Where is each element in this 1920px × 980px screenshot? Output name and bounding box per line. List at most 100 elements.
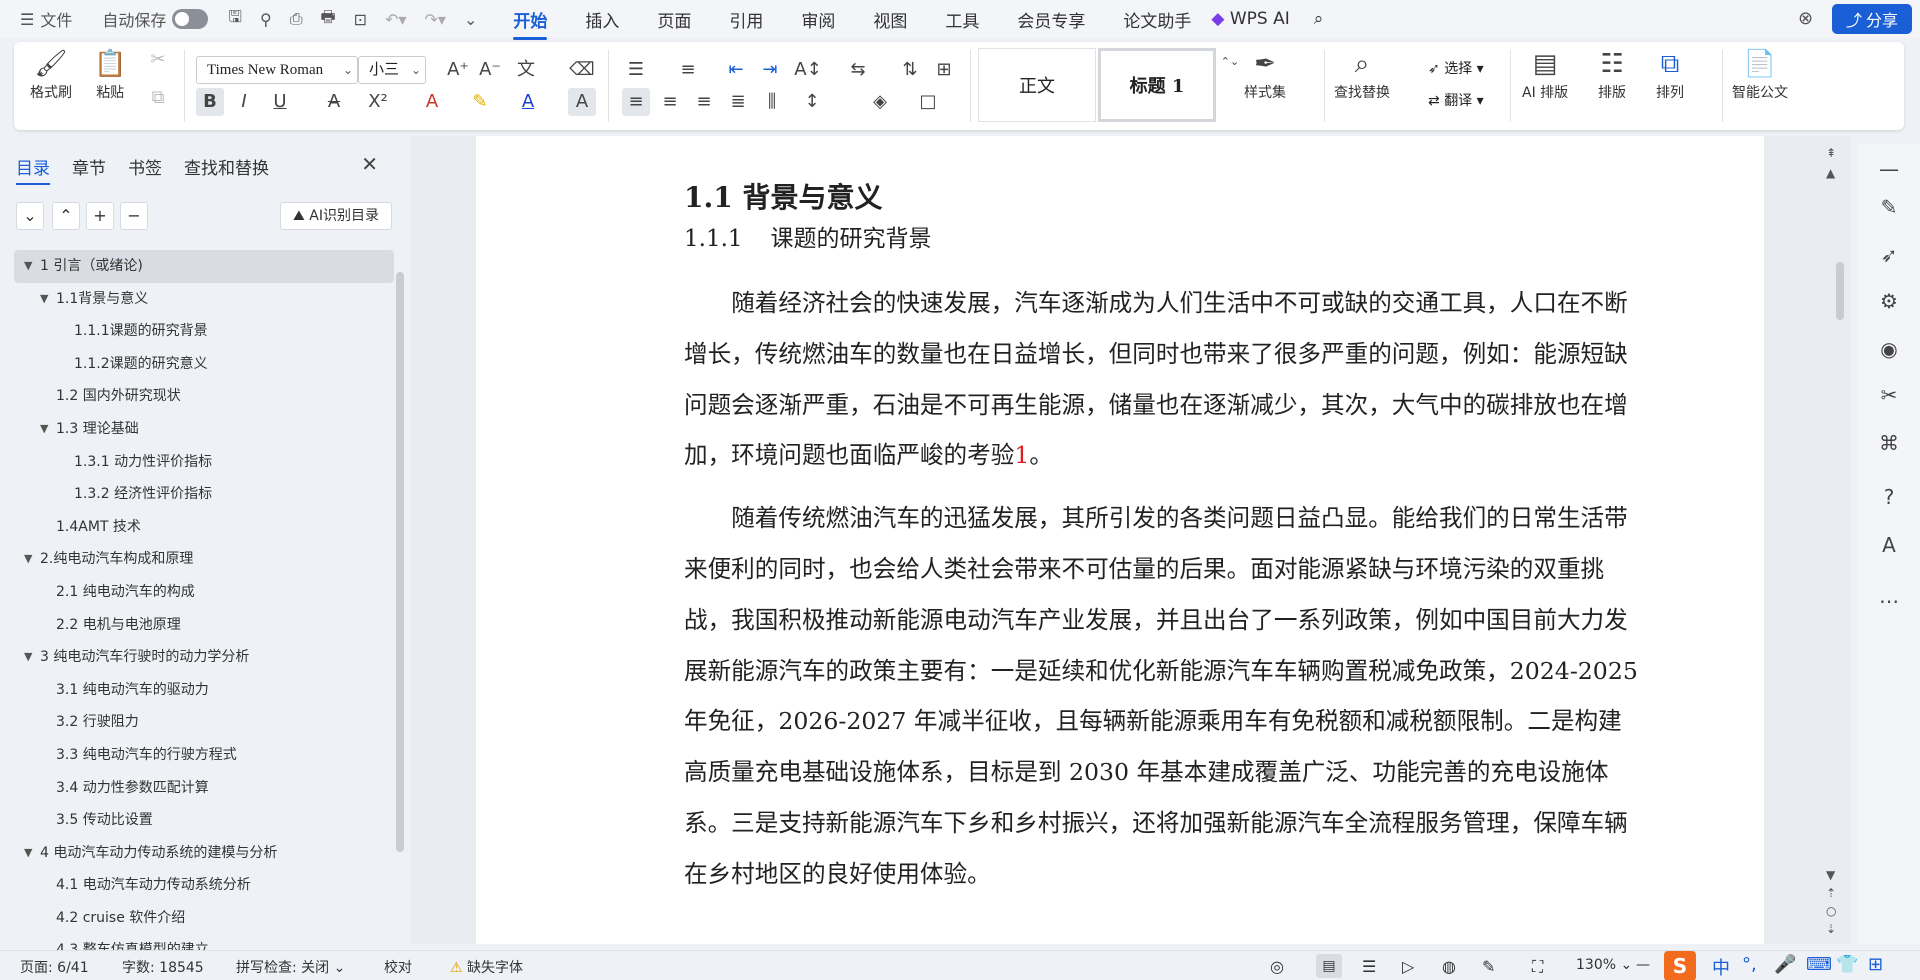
grow-font-icon[interactable]: A⁺ — [444, 56, 472, 84]
more-chevron-icon[interactable]: ⌄ — [464, 10, 477, 29]
line-spacing-icon[interactable]: ↕ — [798, 88, 826, 116]
sort-icon[interactable]: ⇅ — [896, 56, 924, 84]
skin-icon[interactable]: 👕 — [1836, 954, 1858, 975]
proofread-button[interactable]: 校对 — [384, 957, 412, 977]
ime-language[interactable]: 中 — [1712, 954, 1730, 980]
pointer-icon[interactable]: ➶ — [1874, 240, 1904, 270]
sogou-ime-icon[interactable]: S — [1664, 951, 1696, 980]
print-preview-icon[interactable]: ⊡ — [354, 10, 367, 29]
zoom-level[interactable]: 130% ⌄ — [1576, 957, 1632, 973]
toc-item[interactable]: 1.2 国内外研究现状 — [14, 380, 394, 413]
toc-item[interactable]: 2.1 纯电动汽车的构成 — [14, 576, 394, 609]
toc-item[interactable]: 4.1 电动汽车动力传动系统分析 — [14, 869, 394, 902]
align-left-icon[interactable]: ≡ — [622, 88, 650, 116]
write-mode-icon[interactable]: ✎ — [1482, 957, 1495, 976]
eye-protect-icon[interactable]: ◎ — [1270, 957, 1284, 976]
nav-tab-bookmarks[interactable]: 书签 — [128, 154, 162, 179]
tab-insert[interactable]: 插入 — [585, 7, 619, 32]
expand-arrow-icon[interactable]: ▼ — [40, 413, 48, 446]
layout-button[interactable]: ☷ 排版 — [1598, 46, 1626, 102]
citation-marker[interactable]: 1 — [1014, 441, 1029, 469]
more-icon[interactable]: ⋯ — [1874, 586, 1904, 616]
scroll-down-icon[interactable]: ▼ — [1826, 868, 1835, 882]
translate-rail-icon[interactable]: A — [1874, 530, 1904, 560]
decrease-indent-icon[interactable]: ⇤ — [722, 56, 750, 84]
find-replace-button[interactable]: ⌕ 查找替换 — [1334, 46, 1390, 102]
tools-icon[interactable]: ✂ — [1874, 380, 1904, 410]
font-size-select[interactable]: 小三 ⌄ — [358, 56, 426, 84]
toc-item[interactable]: ▼ 1.3 理论基础 — [14, 413, 394, 446]
play-icon[interactable]: ▷ — [1402, 957, 1414, 976]
toc-item[interactable]: ▼ 1.1背景与意义 — [14, 283, 394, 316]
tab-view[interactable]: 视图 — [873, 7, 907, 32]
image-tool-icon[interactable]: ◉ — [1874, 334, 1904, 364]
zoom-out-icon[interactable]: — — [1636, 957, 1650, 973]
ruler-toggle-icon[interactable]: ⇞ — [1826, 146, 1836, 160]
bullet-list-icon[interactable]: ☰ — [622, 56, 650, 84]
strikethrough-icon[interactable]: A — [320, 88, 348, 116]
superscript-icon[interactable]: X² — [364, 88, 392, 116]
show-marks-icon[interactable]: ⊞ — [930, 56, 958, 84]
tab-thesis-assistant[interactable]: 论文助手 — [1123, 7, 1191, 32]
doc-scrollbar[interactable] — [1836, 262, 1844, 320]
toc-item[interactable]: 3.1 纯电动汽车的驱动力 — [14, 674, 394, 707]
spell-check-status[interactable]: 拼写检查: 关闭 ⌄ — [236, 957, 345, 977]
cut-icon[interactable]: ✂ — [144, 46, 172, 74]
clear-format-icon[interactable]: ⌫ — [568, 56, 596, 84]
tab-member[interactable]: 会员专享 — [1017, 7, 1085, 32]
save-icon[interactable]: 🖫 — [228, 6, 242, 33]
document-page[interactable]: 1.1 背景与意义 1.1.1 课题的研究背景 随着经济社会的快速发展，汽车逐渐成… — [476, 136, 1764, 944]
toc-item[interactable]: 1.3.1 动力性评价指标 — [14, 446, 394, 479]
shrink-font-icon[interactable]: A⁻ — [476, 56, 504, 84]
expand-arrow-icon[interactable]: ▼ — [24, 837, 32, 870]
settings-sliders-icon[interactable]: ⚙ — [1874, 286, 1904, 316]
char-shading-icon[interactable]: A — [568, 88, 596, 116]
numbered-list-icon[interactable]: ≡ — [674, 56, 702, 84]
italic-icon[interactable]: I — [230, 88, 258, 116]
align-right-icon[interactable]: ≡ — [690, 88, 718, 116]
font-color-icon[interactable]: A — [514, 88, 542, 116]
outline-view-icon[interactable]: ☰ — [1362, 957, 1376, 976]
wps-ai-tab[interactable]: ◆ WPS AI — [1211, 9, 1289, 29]
close-icon[interactable]: ✕ — [361, 152, 378, 176]
add-heading-button[interactable]: + — [86, 202, 114, 230]
phonetic-guide-icon[interactable]: 文 — [512, 56, 540, 84]
missing-font-button[interactable]: ⚠ 缺失字体 — [450, 957, 523, 977]
collapse-all-button[interactable]: ⌄ — [16, 202, 44, 230]
tab-review[interactable]: 审阅 — [801, 7, 835, 32]
collapse-rail-icon[interactable]: — — [1874, 154, 1904, 184]
word-count[interactable]: 字数: 18545 — [122, 957, 204, 977]
expand-arrow-icon[interactable]: ▼ — [24, 641, 32, 674]
toc-item[interactable]: ▼ 3 纯电动汽车行驶时的动力学分析 — [14, 641, 394, 674]
text-effect-icon[interactable]: A — [418, 88, 446, 116]
select-browse-icon[interactable]: ○ — [1826, 904, 1836, 918]
next-page-icon[interactable]: ⇣ — [1826, 922, 1836, 936]
help-icon[interactable]: ? — [1874, 482, 1904, 512]
bold-icon[interactable]: B — [196, 88, 224, 116]
toc-item[interactable]: 1.1.2课题的研究意义 — [14, 348, 394, 381]
tab-tools[interactable]: 工具 — [945, 7, 979, 32]
fit-page-icon[interactable]: ⛶ — [1532, 957, 1543, 977]
page-indicator[interactable]: 页面: 6/41 — [20, 957, 89, 977]
shading-icon[interactable]: ◈ — [866, 88, 894, 116]
nav-tab-chapters[interactable]: 章节 — [72, 154, 106, 179]
toc-item[interactable]: 1.1.1课题的研究背景 — [14, 315, 394, 348]
toc-item[interactable]: 3.3 纯电动汽车的行驶方程式 — [14, 739, 394, 772]
undo-icon[interactable]: ↶▾ — [385, 10, 406, 29]
tab-page[interactable]: 页面 — [657, 7, 691, 32]
style-scroll-icon[interactable]: ⌃⌄ — [1216, 48, 1244, 76]
remove-heading-button[interactable]: − — [120, 202, 148, 230]
nav-tab-toc[interactable]: 目录 — [16, 154, 50, 185]
nav-tab-find-replace[interactable]: 查找和替换 — [184, 154, 269, 179]
keyboard-icon[interactable]: ⌨ — [1806, 954, 1832, 975]
highlight-icon[interactable]: ✎ — [466, 88, 494, 116]
font-name-select[interactable]: Times New Roman ⌄ — [196, 56, 358, 84]
align-center-icon[interactable]: ≡ — [656, 88, 684, 116]
text-direction-icon[interactable]: A↕ — [794, 56, 822, 84]
toc-item[interactable]: 1.4AMT 技术 — [14, 511, 394, 544]
increase-indent-icon[interactable]: ⇥ — [756, 56, 784, 84]
move-up-button[interactable]: ⌃ — [52, 202, 80, 230]
expand-arrow-icon[interactable]: ▼ — [24, 543, 32, 576]
copy-icon[interactable]: ⧉ — [144, 84, 172, 112]
style-set-button[interactable]: ✒ 样式集 — [1244, 46, 1286, 102]
